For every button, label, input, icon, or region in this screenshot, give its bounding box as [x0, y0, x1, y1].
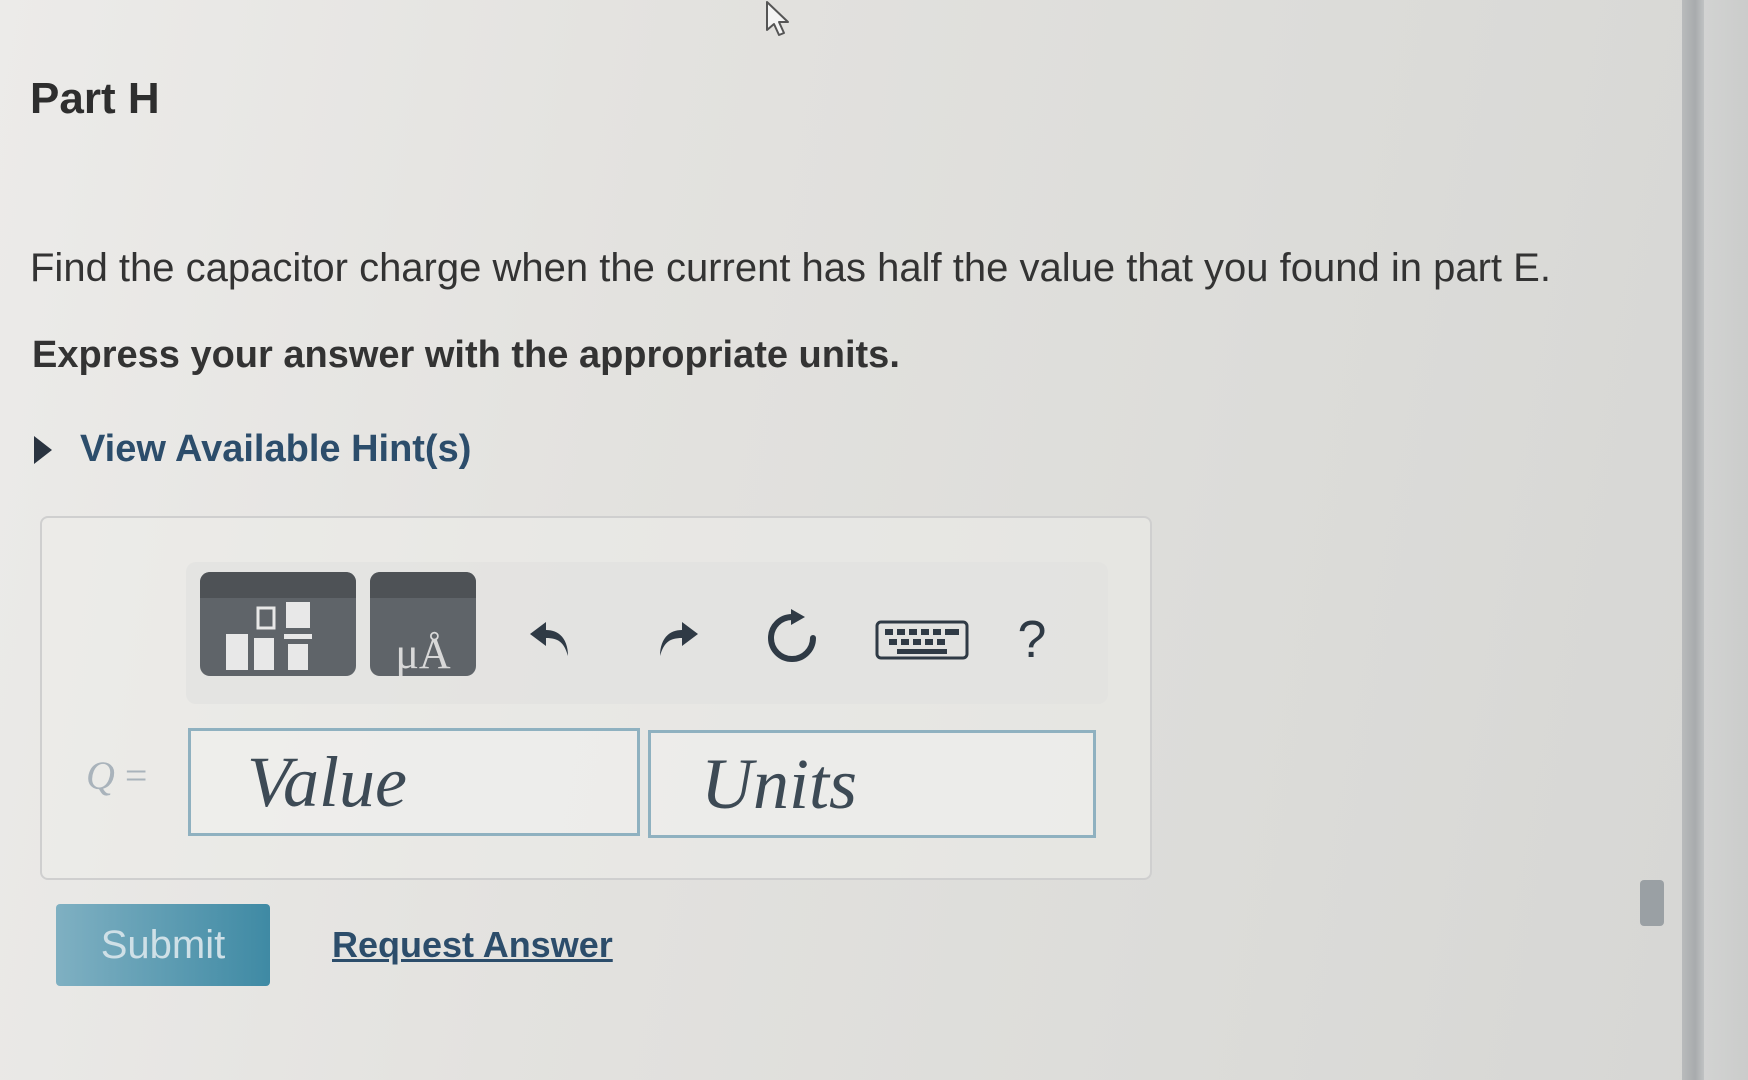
value-input[interactable] — [188, 728, 640, 836]
answer-variable: Q — [86, 753, 115, 798]
caret-right-icon — [34, 435, 52, 464]
question-text: Find the capacitor charge when the curre… — [30, 246, 1551, 290]
screen-edge — [1682, 0, 1704, 1080]
answer-variable-label: Q = — [86, 752, 147, 799]
units-input[interactable] — [648, 730, 1096, 838]
units-icon: μÅ — [395, 629, 451, 676]
templates-icon — [226, 602, 312, 670]
svg-text:μÅ: μÅ — [395, 629, 451, 676]
scrollbar-thumb[interactable] — [1640, 880, 1664, 926]
help-icon: ? — [1017, 611, 1047, 669]
answer-instruction: Express your answer with the appropriate… — [32, 334, 900, 376]
equals-sign: = — [124, 753, 148, 798]
mouse-cursor-icon — [766, 1, 789, 36]
part-title: Part H — [30, 74, 160, 123]
redo-button[interactable] — [636, 600, 716, 680]
submit-button[interactable]: Submit — [56, 904, 270, 986]
screen-bezel — [1704, 0, 1748, 1080]
keyboard-button[interactable] — [872, 600, 972, 680]
help-button[interactable]: ? — [992, 600, 1072, 680]
units-button[interactable]: μÅ — [370, 572, 476, 676]
reset-button[interactable] — [752, 598, 832, 678]
keyboard-icon — [875, 620, 969, 660]
undo-button[interactable] — [512, 600, 592, 680]
redo-icon — [660, 622, 698, 656]
request-answer-link[interactable]: Request Answer — [332, 924, 613, 966]
reset-icon — [768, 609, 816, 662]
templates-button[interactable] — [200, 572, 356, 676]
view-hints-toggle[interactable]: View Available Hint(s) — [34, 428, 471, 471]
view-hints-label: View Available Hint(s) — [80, 428, 472, 470]
undo-icon — [530, 622, 568, 656]
